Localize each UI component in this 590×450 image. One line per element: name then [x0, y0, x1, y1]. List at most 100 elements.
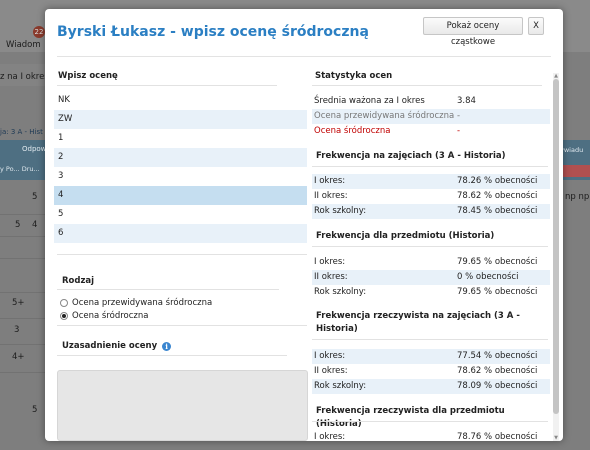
messages-link: Wiadom: [6, 40, 41, 50]
radio-unchecked-icon[interactable]: [60, 299, 68, 307]
grade-option[interactable]: NK: [54, 91, 307, 110]
attendance-label: Rok szkolny:: [314, 206, 367, 216]
attendance-label: Rok szkolny:: [314, 287, 367, 297]
attendance-value: 79.65 % obecności: [457, 287, 538, 297]
attendance-value: 78.45 % obecności: [457, 206, 538, 216]
background-divider: [0, 292, 46, 293]
grade-option[interactable]: 1: [54, 129, 307, 148]
stats-label: Średnia ważona za I okres: [314, 96, 425, 106]
scroll-thumb[interactable]: [553, 79, 559, 414]
attendance-label: II okres:: [314, 191, 348, 201]
scroll-down-icon[interactable]: ▼: [553, 435, 559, 441]
attendance-value: 78.26 % obecności: [457, 176, 538, 186]
grade-option[interactable]: 6: [54, 224, 307, 243]
section-divider: [312, 339, 548, 340]
attendance-row: I okres: 78.26 % obecności: [312, 174, 550, 189]
attendance-label: II okres:: [314, 366, 348, 376]
stats-scrollbar[interactable]: ▲ ▼: [553, 73, 559, 441]
attendance-section-title: Frekwencja rzeczywista na zajęciach (3 A…: [316, 311, 520, 334]
attendance-row: I okres: 79.65 % obecności: [312, 255, 550, 270]
section-divider: [57, 289, 279, 290]
background-divider: [0, 372, 46, 373]
background-class-crumb: ja: 3 A - Hist: [0, 128, 43, 136]
stats-row: Ocena przewidywana śródroczna -: [312, 109, 550, 124]
stats-row: Ocena śródroczna -: [312, 124, 550, 139]
close-button[interactable]: X: [528, 17, 544, 35]
attendance-row: I okres: 77.54 % obecności: [312, 349, 550, 364]
attendance-value: 79.65 % obecności: [457, 257, 538, 267]
background-grade: 5: [32, 405, 38, 415]
attendance-section-title: Frekwencja dla przedmiotu (Historia): [316, 231, 495, 241]
attendance-row: II okres: 78.62 % obecności: [312, 364, 550, 379]
messages-badge: 22: [33, 26, 45, 38]
show-partial-grades-button[interactable]: Pokaż oceny cząstkowe: [423, 17, 523, 47]
modal-header-divider: [57, 56, 551, 57]
section-divider: [57, 355, 287, 356]
info-icon[interactable]: i: [162, 342, 172, 351]
justification-label: Uzasadnienie oceny: [62, 341, 158, 351]
attendance-row: Rok szkolny: 79.65 % obecności: [312, 285, 550, 300]
background-divider: [0, 318, 46, 319]
grade-type-title: Rodzaj: [62, 276, 95, 286]
grade-modal: Byrski Łukasz - wpisz ocenę śródroczną P…: [45, 9, 563, 441]
grade-option[interactable]: ZW: [54, 110, 307, 129]
stats-value: -: [457, 126, 461, 136]
background-grade: 4+: [12, 352, 25, 362]
attendance-label: I okres:: [314, 432, 346, 441]
attendance-section-title: Frekwencja rzeczywista dla przedmiotu (H…: [316, 406, 505, 429]
background-header-right-text: ywiadu: [560, 146, 584, 154]
section-divider: [57, 254, 307, 255]
stats-label: Ocena śródroczna: [314, 126, 391, 136]
attendance-label: I okres:: [314, 176, 346, 186]
attendance-label: I okres:: [314, 257, 346, 267]
background-red-cell: [562, 165, 590, 177]
radio-predicted-midterm[interactable]: Ocena przewidywana śródroczna: [60, 298, 212, 308]
attendance-row: Rok szkolny: 78.09 % obecności: [312, 379, 550, 394]
section-divider: [312, 421, 548, 422]
attendance-row: II okres: 0 % obecności: [312, 270, 550, 285]
section-divider: [312, 166, 548, 167]
section-divider: [312, 246, 548, 247]
background-header-subtext: y Po... Dru...: [0, 165, 40, 173]
radio-label: Ocena śródroczna: [72, 311, 149, 321]
background-np-text: np np: [565, 192, 590, 202]
background-divider: [0, 236, 46, 237]
grade-option-selected[interactable]: 4: [54, 186, 307, 205]
stats-label: Ocena przewidywana śródroczna: [314, 111, 455, 121]
attendance-value: 78.62 % obecności: [457, 191, 538, 201]
background-grade: 5: [15, 220, 21, 230]
section-divider: [57, 85, 277, 86]
attendance-label: II okres:: [314, 272, 348, 282]
justification-title: Uzasadnienie oceny i: [62, 341, 172, 351]
background-divider: [0, 344, 46, 345]
attendance-value: 77.54 % obecności: [457, 351, 538, 361]
stats-title: Statystyka ocen: [315, 71, 393, 81]
stats-value: 3.84: [457, 96, 476, 106]
stats-row: Średnia ważona za I okres 3.84: [312, 94, 550, 109]
section-divider: [57, 325, 307, 326]
radio-midterm[interactable]: Ocena śródroczna: [60, 311, 148, 321]
attendance-row: I okres: 78.76 % obecności: [312, 430, 550, 441]
attendance-value: 78.76 % obecności: [457, 432, 538, 441]
attendance-row: Rok szkolny: 78.45 % obecności: [312, 204, 550, 219]
grade-option[interactable]: 3: [54, 167, 307, 186]
radio-checked-icon[interactable]: [60, 312, 68, 320]
background-grade: 5+: [12, 298, 25, 308]
grade-option[interactable]: 2: [54, 148, 307, 167]
attendance-value: 0 % obecności: [457, 272, 519, 282]
attendance-row: II okres: 78.62 % obecności: [312, 189, 550, 204]
justification-textarea[interactable]: [57, 370, 308, 441]
background-divider: [0, 258, 46, 259]
section-divider: [312, 85, 542, 86]
attendance-value: 78.09 % obecności: [457, 381, 538, 391]
background-grade: 4: [32, 220, 38, 230]
attendance-label: I okres:: [314, 351, 346, 361]
attendance-label: Rok szkolny:: [314, 381, 367, 391]
background-grade: 5: [32, 192, 38, 202]
enter-grade-title: Wpisz ocenę: [58, 71, 118, 81]
background-period-text: z na I okres: [0, 72, 49, 82]
modal-title: Byrski Łukasz - wpisz ocenę śródroczną: [57, 24, 369, 40]
attendance-section-title: Frekwencja na zajęciach (3 A - Historia): [316, 151, 506, 161]
stats-value: -: [457, 111, 461, 121]
grade-option[interactable]: 5: [54, 205, 307, 224]
